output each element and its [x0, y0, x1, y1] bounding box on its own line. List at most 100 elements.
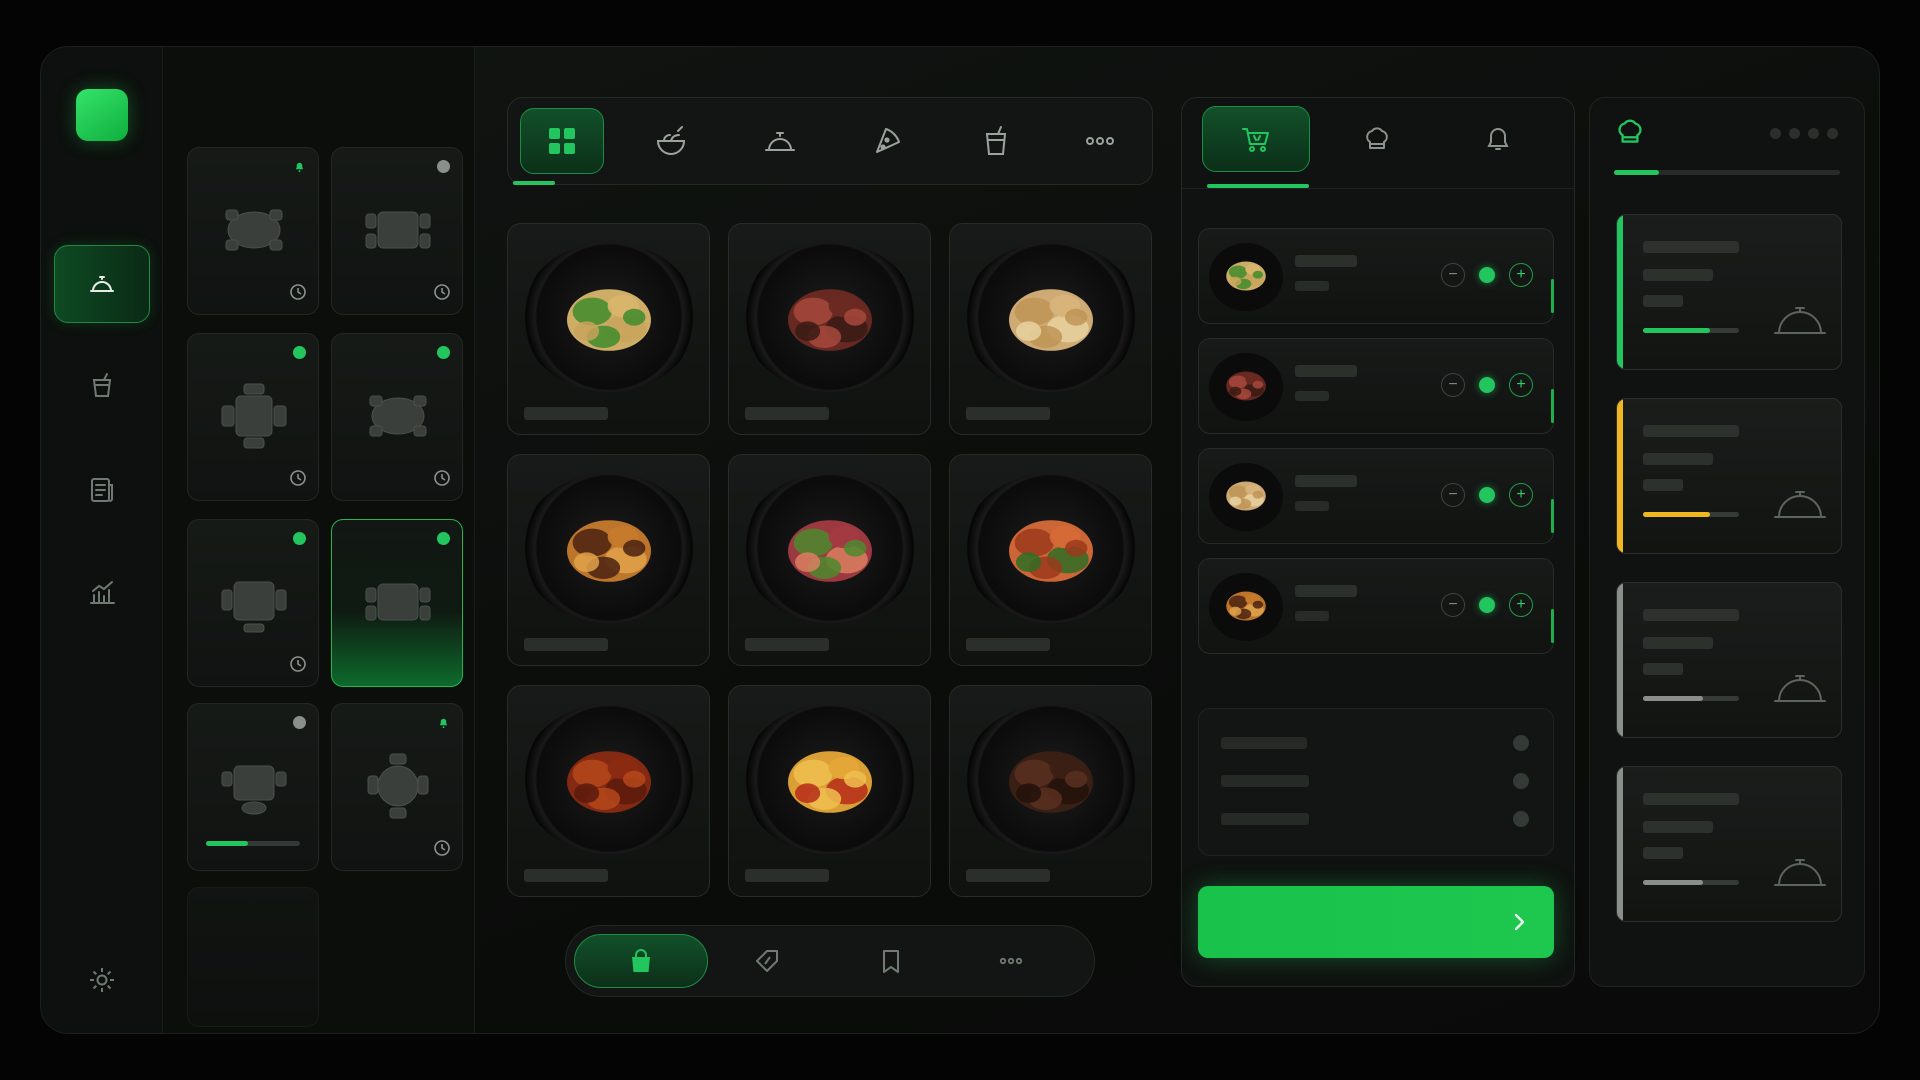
dish-label-placeholder — [745, 407, 829, 420]
nav-drinks-button[interactable] — [54, 347, 150, 425]
ticket-progress-fill — [1643, 328, 1711, 333]
cloche-icon — [1774, 675, 1826, 702]
increment-button[interactable]: + — [1509, 373, 1533, 397]
kitchen-ticket[interactable] — [1616, 582, 1842, 738]
square-table-icon — [365, 211, 431, 249]
kitchen-progress-bar — [1614, 170, 1840, 175]
summary-line — [1221, 775, 1309, 787]
table-card-selected[interactable] — [331, 519, 463, 687]
order-panel: − + − + − + − + — [1181, 97, 1575, 987]
pager-dots[interactable] — [1770, 128, 1838, 139]
quantity-indicator — [1479, 377, 1495, 393]
category-drinks[interactable] — [954, 108, 1038, 174]
dish-image — [1008, 289, 1093, 351]
increment-button[interactable]: + — [1509, 593, 1533, 617]
nav-analytics-button[interactable] — [54, 553, 150, 631]
category-more[interactable] — [1058, 108, 1142, 174]
square-table-icon — [221, 581, 287, 633]
kitchen-ticket[interactable] — [1616, 214, 1842, 370]
dish-label-placeholder — [745, 638, 829, 651]
table-card[interactable] — [187, 333, 319, 501]
bottom-nav-more[interactable] — [944, 934, 1078, 988]
tables-panel — [163, 47, 475, 1033]
dish-label-placeholder — [524, 869, 608, 882]
nav-receipts-button[interactable] — [54, 451, 150, 529]
dish-card-seared-tuna-salad[interactable] — [728, 454, 931, 666]
summary-line — [1221, 813, 1309, 825]
category-mains[interactable] — [738, 108, 822, 174]
order-item-grilled-steak[interactable]: − + — [1198, 338, 1554, 434]
checkout-button[interactable] — [1198, 886, 1554, 958]
tab-notifications[interactable] — [1444, 106, 1552, 172]
kitchen-ticket[interactable] — [1616, 398, 1842, 554]
quantity-indicator — [1479, 267, 1495, 283]
round-table-icon — [369, 395, 427, 437]
clock-icon — [290, 470, 306, 486]
settings-button[interactable] — [54, 941, 150, 1019]
ticket-line — [1643, 609, 1739, 621]
quantity-stepper: − + — [1441, 263, 1533, 287]
ticket-progress-bar — [1643, 696, 1739, 701]
decrement-button[interactable]: − — [1441, 373, 1465, 397]
ticket-line — [1643, 663, 1683, 675]
increment-button[interactable]: + — [1509, 483, 1533, 507]
ticket-status-accent — [1617, 583, 1623, 737]
order-item-burger[interactable]: − + — [1198, 558, 1554, 654]
table-card[interactable] — [331, 147, 463, 315]
dish-card-caesar-salad[interactable] — [507, 223, 710, 435]
quantity-stepper: − + — [1441, 593, 1533, 617]
table-card[interactable] — [187, 703, 319, 871]
dish-card-pasta[interactable] — [949, 223, 1152, 435]
kitchen-progress-fill — [1614, 170, 1660, 175]
table-card[interactable] — [187, 147, 319, 315]
table-card[interactable] — [331, 703, 463, 871]
increment-button[interactable]: + — [1509, 263, 1533, 287]
dish-image — [566, 520, 651, 582]
ticket-status-accent — [1617, 399, 1623, 553]
category-salads[interactable] — [629, 108, 713, 174]
tab-kitchen[interactable] — [1323, 106, 1431, 172]
ticket-line — [1643, 637, 1713, 649]
category-active-indicator — [513, 181, 555, 185]
dish-card-grilled-steak[interactable] — [728, 223, 931, 435]
category-tabs — [507, 97, 1153, 185]
dish-card-chicken-wings[interactable] — [507, 685, 710, 897]
dish-card-french-fries[interactable] — [728, 685, 931, 897]
order-item-caesar-salad[interactable]: − + — [1198, 228, 1554, 324]
app-logo[interactable] — [76, 89, 128, 141]
tab-cart[interactable] — [1202, 106, 1310, 172]
dish-label-placeholder — [524, 407, 608, 420]
ticket-progress-bar — [1643, 512, 1739, 517]
dish-card-grilled-salmon[interactable] — [949, 454, 1152, 666]
more-dots-icon — [999, 957, 1023, 965]
decrement-button[interactable]: − — [1441, 483, 1465, 507]
bottom-nav-discounts[interactable] — [700, 934, 834, 988]
bottom-nav-bag[interactable] — [574, 934, 708, 988]
ticket-progress-fill — [1643, 696, 1703, 701]
category-pizza[interactable] — [846, 108, 930, 174]
divider — [1182, 188, 1574, 189]
table-card-empty[interactable] — [187, 887, 319, 1027]
decrement-button[interactable]: − — [1441, 263, 1465, 287]
summary-dot — [1513, 811, 1529, 827]
analytics-chart-icon — [90, 581, 115, 604]
ticket-line — [1643, 479, 1683, 491]
clock-icon — [290, 656, 306, 672]
order-item-pasta[interactable]: − + — [1198, 448, 1554, 544]
dish-card-chocolate-cake[interactable] — [949, 685, 1152, 897]
bottom-nav-saved[interactable] — [824, 934, 958, 988]
table-card[interactable] — [331, 333, 463, 501]
bell-icon — [439, 718, 448, 729]
ticket-line — [1643, 241, 1739, 253]
ticket-progress-fill — [1643, 512, 1711, 517]
table-card[interactable] — [187, 519, 319, 687]
category-all[interactable] — [520, 108, 604, 174]
status-dot — [293, 716, 306, 729]
kitchen-ticket[interactable] — [1616, 766, 1842, 922]
cloche-icon — [765, 132, 795, 151]
dish-image — [1008, 751, 1093, 813]
cloche-icon — [1774, 859, 1826, 886]
dish-card-burger[interactable] — [507, 454, 710, 666]
decrement-button[interactable]: − — [1441, 593, 1465, 617]
nav-orders-button[interactable] — [54, 245, 150, 323]
